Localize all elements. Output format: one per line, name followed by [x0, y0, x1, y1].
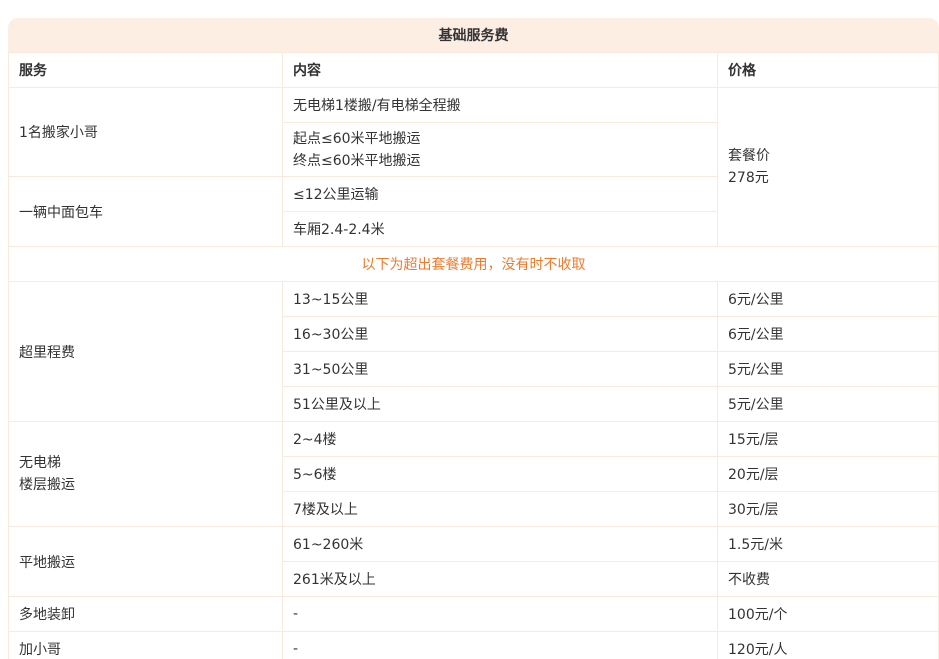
service-cell-van: 一辆中面包车: [9, 177, 283, 247]
price-cell: 6元/公里: [718, 317, 939, 352]
price-cell: 20元/层: [718, 457, 939, 492]
content-cell: 51公里及以上: [283, 387, 718, 422]
content-line: 起点≤60米平地搬运: [293, 128, 707, 150]
content-cell: 261米及以上: [283, 562, 718, 597]
column-header-price: 价格: [718, 53, 939, 88]
notice-row: 以下为超出套餐费用，没有时不收取: [9, 247, 939, 282]
content-cell: 起点≤60米平地搬运 终点≤60米平地搬运: [283, 123, 718, 177]
price-cell: 不收费: [718, 562, 939, 597]
content-cell: 2~4楼: [283, 422, 718, 457]
service-cell-overmileage: 超里程费: [9, 282, 283, 422]
price-cell: 1.5元/米: [718, 527, 939, 562]
service-line: 无电梯: [19, 452, 272, 474]
price-cell: 30元/层: [718, 492, 939, 527]
service-cell-multi-stop: 多地装卸: [9, 597, 283, 632]
content-cell: 5~6楼: [283, 457, 718, 492]
table-row: 多地装卸 - 100元/个: [9, 597, 939, 632]
price-cell-package: 套餐价 278元: [718, 88, 939, 247]
service-cell-stairs: 无电梯 楼层搬运: [9, 422, 283, 527]
content-cell: 车厢2.4-2.4米: [283, 212, 718, 247]
content-cell: 61~260米: [283, 527, 718, 562]
table-row: 超里程费 13~15公里 6元/公里: [9, 282, 939, 317]
content-cell: ≤12公里运输: [283, 177, 718, 212]
price-cell: 15元/层: [718, 422, 939, 457]
price-cell: 5元/公里: [718, 387, 939, 422]
service-cell-extra-mover: 加小哥: [9, 632, 283, 659]
table-row: 平地搬运 61~260米 1.5元/米: [9, 527, 939, 562]
content-cell: 31~50公里: [283, 352, 718, 387]
content-cell: -: [283, 632, 718, 659]
service-cell-flat-carry: 平地搬运: [9, 527, 283, 597]
content-cell: 7楼及以上: [283, 492, 718, 527]
price-cell: 120元/人: [718, 632, 939, 659]
service-cell-mover: 1名搬家小哥: [9, 88, 283, 177]
content-cell: -: [283, 597, 718, 632]
column-header-content: 内容: [283, 53, 718, 88]
table-row: 1名搬家小哥 无电梯1楼搬/有电梯全程搬 套餐价 278元: [9, 88, 939, 123]
package-price-label: 套餐价: [728, 145, 928, 167]
content-cell: 16~30公里: [283, 317, 718, 352]
content-line: 终点≤60米平地搬运: [293, 150, 707, 172]
column-header-service: 服务: [9, 53, 283, 88]
notice-text: 以下为超出套餐费用，没有时不收取: [9, 247, 939, 282]
pricing-card: 基础服务费 服务 内容 价格 1名搬家小哥 无电梯1楼搬/有电梯全程搬 套餐价 …: [8, 18, 939, 659]
package-price-value: 278元: [728, 167, 928, 189]
card-title: 基础服务费: [8, 18, 939, 52]
price-cell: 6元/公里: [718, 282, 939, 317]
price-cell: 100元/个: [718, 597, 939, 632]
table-row: 无电梯 楼层搬运 2~4楼 15元/层: [9, 422, 939, 457]
service-line: 楼层搬运: [19, 474, 272, 496]
content-cell: 无电梯1楼搬/有电梯全程搬: [283, 88, 718, 123]
content-cell: 13~15公里: [283, 282, 718, 317]
pricing-table: 服务 内容 价格 1名搬家小哥 无电梯1楼搬/有电梯全程搬 套餐价 278元 起…: [8, 52, 939, 659]
price-cell: 5元/公里: [718, 352, 939, 387]
table-row: 加小哥 - 120元/人: [9, 632, 939, 659]
header-row: 服务 内容 价格: [9, 53, 939, 88]
